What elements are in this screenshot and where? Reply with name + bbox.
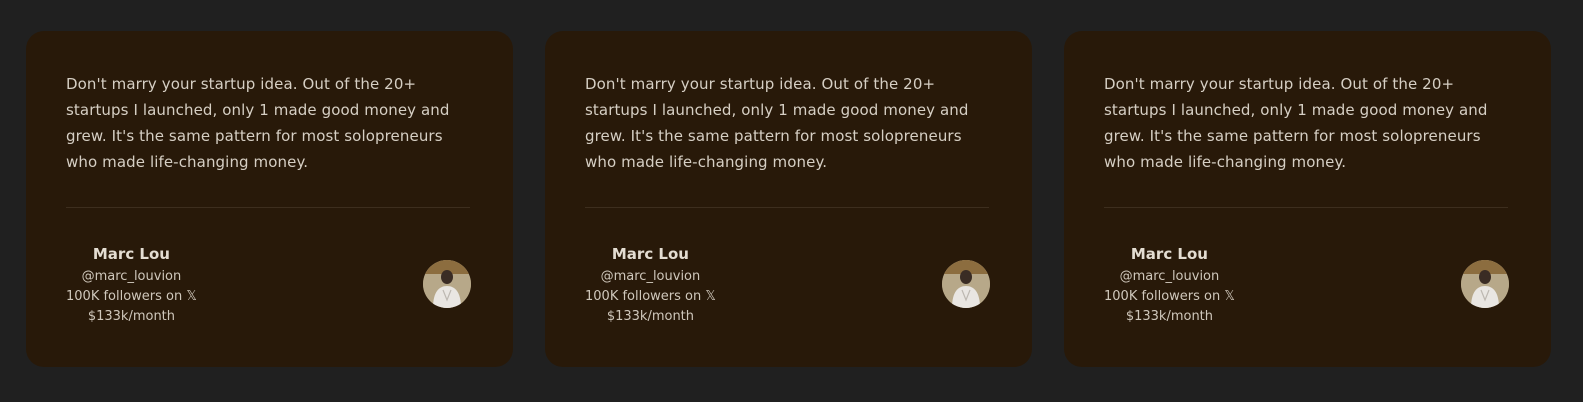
- author-name: Marc Lou: [1130, 245, 1208, 263]
- testimonial-card: Don't marry your startup idea. Out of th…: [545, 31, 1032, 367]
- author-followers: 100K followers on 𝕏: [1104, 289, 1235, 304]
- author-name: Marc Lou: [611, 245, 689, 263]
- author-revenue: $133k/month: [87, 309, 176, 324]
- author-name: Marc Lou: [92, 245, 170, 263]
- author-info: Marc Lou @marc_louvion 100K followers on…: [66, 243, 197, 327]
- divider: [66, 207, 470, 208]
- testimonial-quote: Don't marry your startup idea. Out of th…: [585, 75, 969, 171]
- author-info: Marc Lou @marc_louvion 100K followers on…: [1104, 243, 1235, 327]
- author-handle[interactable]: @marc_louvion: [585, 267, 716, 287]
- testimonial-card: Don't marry your startup idea. Out of th…: [1064, 31, 1551, 367]
- testimonial-quote: Don't marry your startup idea. Out of th…: [1104, 75, 1488, 171]
- divider: [1104, 207, 1508, 208]
- author-followers: 100K followers on 𝕏: [66, 289, 197, 304]
- testimonial-quote: Don't marry your startup idea. Out of th…: [66, 75, 450, 171]
- testimonial-card: Don't marry your startup idea. Out of th…: [26, 31, 513, 367]
- author-handle[interactable]: @marc_louvion: [66, 267, 197, 287]
- divider: [585, 207, 989, 208]
- person-avatar-icon: [423, 260, 471, 308]
- person-avatar-icon: [942, 260, 990, 308]
- author-handle[interactable]: @marc_louvion: [1104, 267, 1235, 287]
- person-avatar-icon: [1461, 260, 1509, 308]
- testimonial-row: Don't marry your startup idea. Out of th…: [26, 31, 1551, 367]
- author-revenue: $133k/month: [606, 309, 695, 324]
- author-followers: 100K followers on 𝕏: [585, 289, 716, 304]
- author-revenue: $133k/month: [1125, 309, 1214, 324]
- author-info: Marc Lou @marc_louvion 100K followers on…: [585, 243, 716, 327]
